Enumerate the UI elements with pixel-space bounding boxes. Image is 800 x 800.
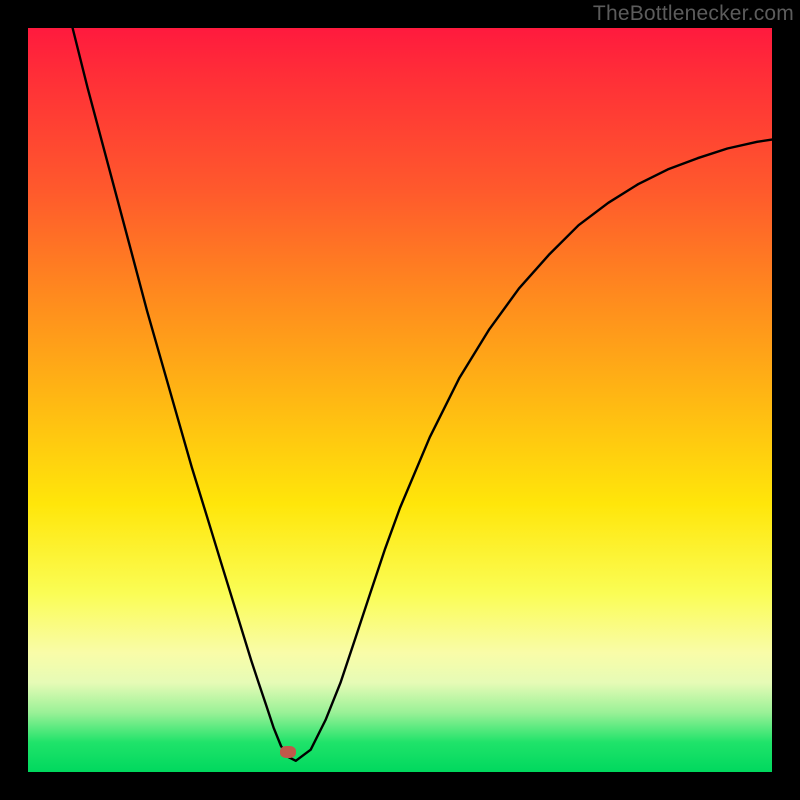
bottleneck-curve <box>28 28 772 772</box>
watermark-text: TheBottlenecker.com <box>593 2 794 26</box>
chart-frame: TheBottlenecker.com <box>0 0 800 800</box>
plot-area <box>28 28 772 772</box>
optimum-marker <box>280 746 296 758</box>
